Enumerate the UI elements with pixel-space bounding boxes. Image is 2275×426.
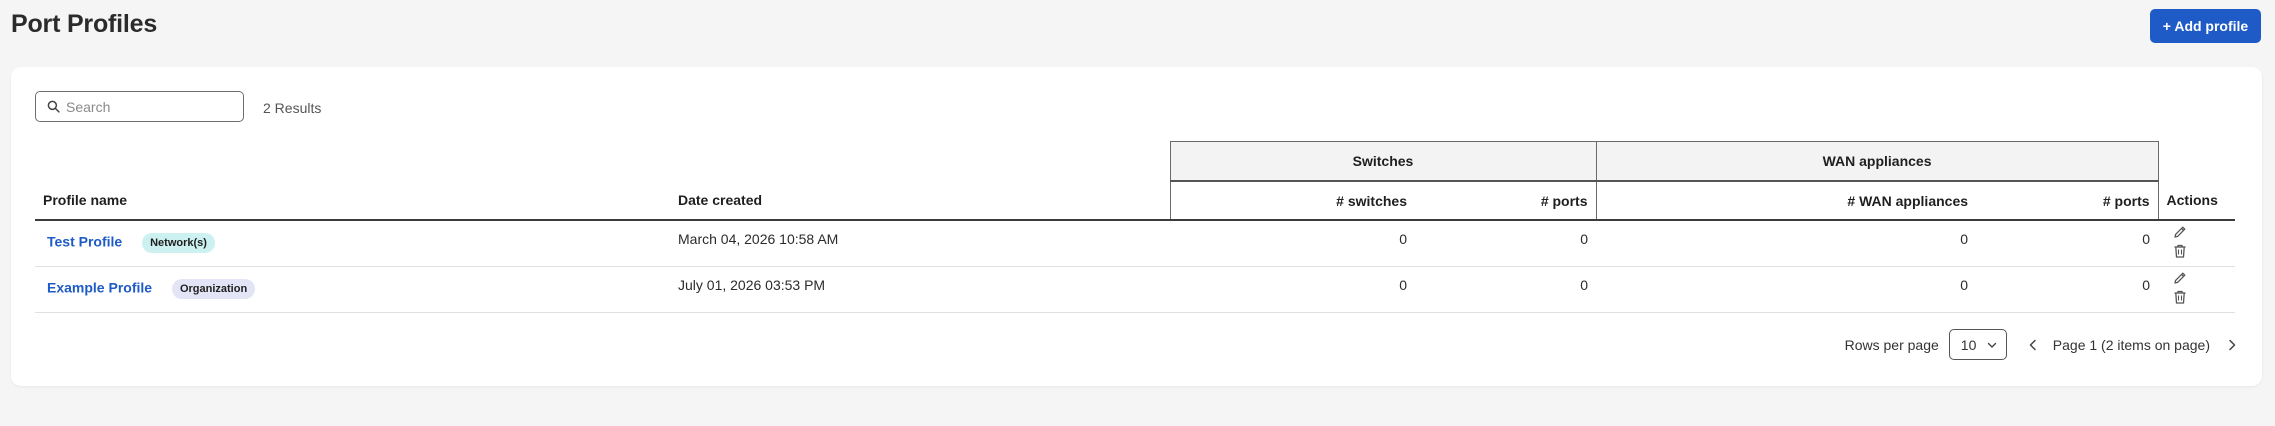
delete-icon[interactable] [2172,243,2188,262]
table-row: Test Profile Network(s) March 04, 2026 1… [35,220,2236,267]
column-header-date-created[interactable]: Date created [670,181,1170,221]
rows-per-page-select[interactable]: 10 [1948,329,2007,360]
wan-appliances-cell: 0 [1596,266,1977,313]
pagination: Rows per page 10 Page 1 (2 items on page… [1845,329,2242,360]
next-page-button[interactable] [2222,335,2242,355]
actions-cell [2158,266,2236,313]
rows-per-page-label: Rows per page [1844,336,1939,353]
delete-icon[interactable] [2172,289,2188,308]
chevron-right-icon [2229,339,2236,350]
profile-link[interactable]: Example Profile [47,280,152,296]
group-header-switches: Switches [1169,141,1597,182]
date-created-cell: March 04, 2026 10:58 AM [670,220,1170,267]
search-icon [47,100,60,113]
search-input[interactable] [66,98,226,115]
wan-ports-cell: 0 [1976,220,2159,267]
page-info: Page 1 (2 items on page) [2052,336,2210,353]
scope-badge: Organization [171,279,256,299]
switches-cell: 0 [1170,220,1415,267]
wan-ports-cell: 0 [1976,266,2159,313]
table-row: Example Profile Organization July 01, 20… [35,266,2236,313]
chevron-down-icon [1987,342,1996,348]
profile-link[interactable]: Test Profile [47,234,122,250]
switch-ports-cell: 0 [1415,266,1597,313]
switches-cell: 0 [1170,266,1415,313]
group-header-wan: WAN appliances [1595,141,2159,182]
column-header-wan-appliances[interactable]: # WAN appliances [1595,181,1977,221]
chevron-left-icon [2029,339,2036,350]
column-header-wan-ports[interactable]: # ports [1976,181,2159,221]
edit-icon[interactable] [2172,224,2188,243]
date-created-cell: July 01, 2026 03:53 PM [670,266,1170,313]
scope-badge: Network(s) [142,233,215,254]
rows-per-page-value: 10 [1960,336,1977,353]
results-count: 2 Results [263,100,322,116]
actions-cell [2158,220,2236,267]
switch-ports-cell: 0 [1415,220,1597,267]
column-header-profile-name[interactable]: Profile name [35,181,670,221]
profiles-card: 2 Results Switches WAN appliances Profil… [11,67,2262,386]
edit-icon[interactable] [2172,270,2188,289]
column-header-actions: Actions [2158,181,2236,221]
wan-appliances-cell: 0 [1596,220,1977,267]
column-header-switches[interactable]: # switches [1169,181,1415,221]
profiles-table: Switches WAN appliances Profile name Dat… [35,141,2236,313]
page-title: Port Profiles [11,10,158,38]
add-profile-button[interactable]: + Add profile [2150,9,2261,43]
column-header-switch-ports[interactable]: # ports [1415,181,1597,221]
previous-page-button[interactable] [2023,335,2043,355]
search-box[interactable] [35,91,244,122]
